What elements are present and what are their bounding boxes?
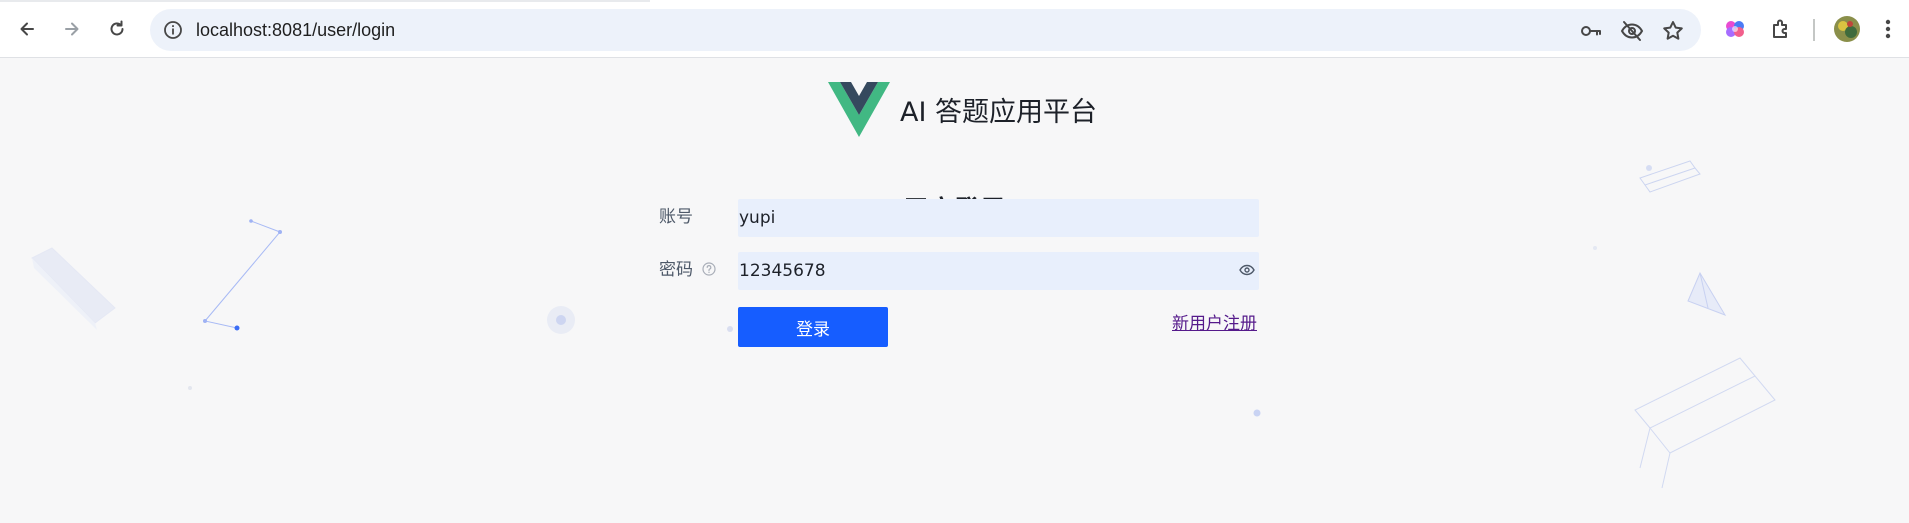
- tab-strip-edge: [0, 0, 650, 2]
- site-info-icon[interactable]: [162, 19, 184, 41]
- login-button[interactable]: 登录: [738, 307, 888, 347]
- arrow-right-icon: [65, 22, 79, 36]
- address-bar[interactable]: localhost:8081/user/login: [150, 9, 1701, 51]
- password-label: 密码: [659, 260, 693, 280]
- reload-button[interactable]: [100, 12, 134, 46]
- extensions-puzzle-icon[interactable]: [1766, 14, 1796, 44]
- password-key-icon[interactable]: [1578, 18, 1604, 44]
- forward-button[interactable]: [55, 12, 89, 46]
- register-link[interactable]: 新用户注册: [1172, 313, 1257, 335]
- profile-avatar[interactable]: [1832, 14, 1862, 44]
- back-button[interactable]: [10, 12, 44, 46]
- app-brand[interactable]: AI 答题应用平台: [828, 82, 1097, 137]
- login-page: AI 答题应用平台 用户登录 账号 yupi 密码 12345678 登录 新用…: [0, 58, 1909, 523]
- ai-extension-icon[interactable]: [1720, 14, 1750, 44]
- bookmark-star-icon[interactable]: [1660, 18, 1686, 44]
- password-input[interactable]: 12345678: [738, 252, 1259, 290]
- url-text[interactable]: localhost:8081/user/login: [196, 19, 395, 41]
- eye-off-icon[interactable]: [1619, 18, 1645, 44]
- eye-icon[interactable]: [1239, 264, 1255, 276]
- account-input[interactable]: yupi: [738, 199, 1259, 237]
- toolbar-separator: [1813, 19, 1815, 41]
- vue-logo-icon: [828, 82, 890, 137]
- reload-icon: [110, 20, 124, 36]
- browser-toolbar: localhost:8081/user/login: [0, 0, 1909, 58]
- question-circle-icon[interactable]: [702, 262, 716, 276]
- arrow-left-icon: [20, 22, 34, 36]
- account-label: 账号: [659, 207, 693, 227]
- app-brand-name: AI 答题应用平台: [900, 97, 1098, 128]
- more-menu-icon[interactable]: [1873, 14, 1903, 44]
